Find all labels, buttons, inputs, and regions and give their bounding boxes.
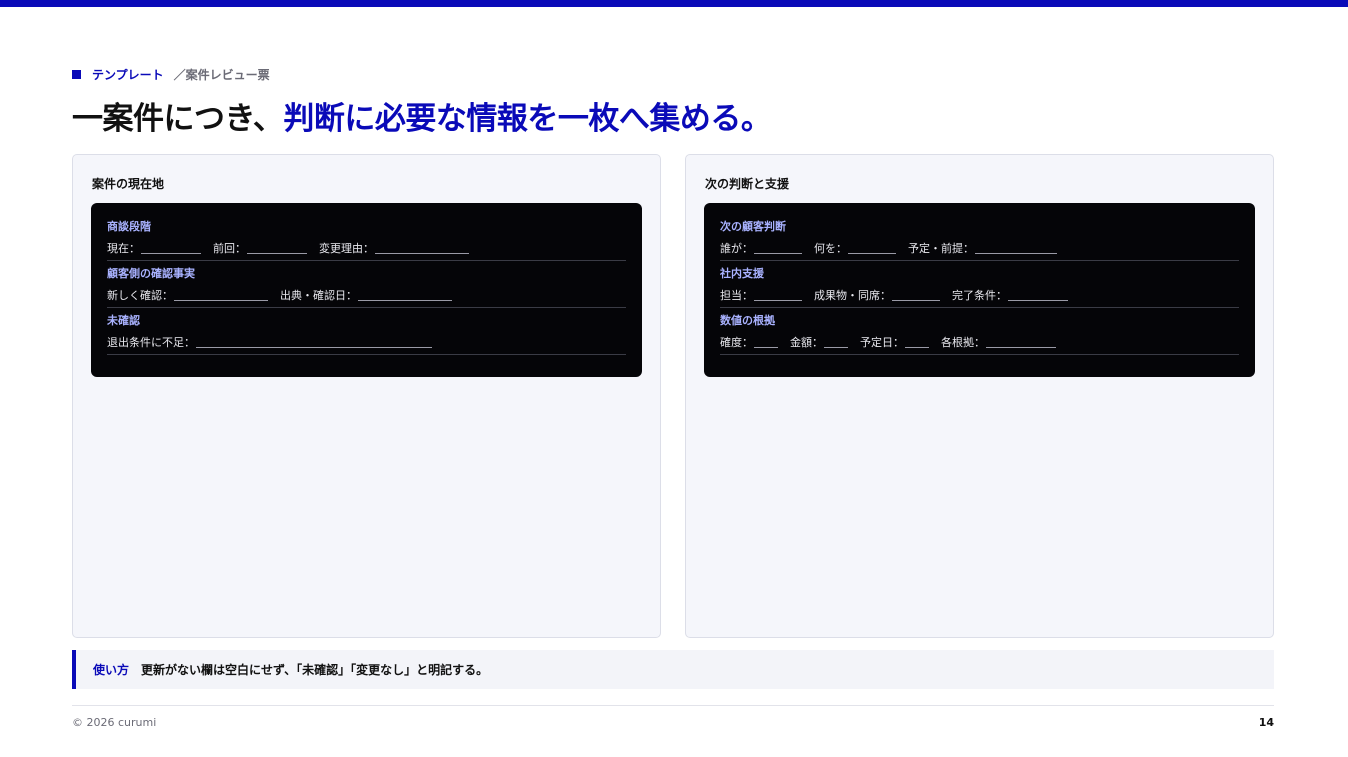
page-title: 一案件につき、判断に必要な情報を一枚へ集める。 (72, 99, 772, 139)
field-what[interactable]: 何を： (814, 242, 896, 256)
field-each-basis[interactable]: 各根拠： (941, 336, 1056, 350)
usage-label: 使い方 (93, 663, 130, 677)
page-title-lead: 一案件につき、 (72, 101, 284, 137)
field-schedule-premise[interactable]: 予定・前提： (908, 242, 1057, 256)
field-who[interactable]: 誰が： (720, 242, 802, 256)
section-unconfirmed: 未確認 退出条件に不足： (107, 314, 626, 355)
section-internal-support: 社内支援 担当： 成果物・同席： 完了条件： (720, 267, 1239, 308)
breadcrumb-category: テンプレート (92, 67, 164, 82)
square-bullet-icon (72, 69, 81, 79)
review-fields-box: 商談段階 現在： 前回： 変更理由： 顧客側の確認事実 新しく確認： 出典・確認… (91, 203, 642, 377)
panel-title: 案件の現在地 (92, 177, 165, 191)
page-number: 14 (1258, 716, 1274, 729)
breadcrumb-current: ／案件レビュー票 (173, 67, 270, 82)
usage-note: 使い方 更新がない欄は空白にせず、「未確認」「変更なし」と明記する。 (72, 650, 1274, 689)
field-exit-criteria-gap[interactable]: 退出条件に不足： (107, 336, 432, 350)
section-customer-facts: 顧客側の確認事実 新しく確認： 出典・確認日： (107, 267, 626, 308)
top-accent-bar (0, 0, 1348, 7)
field-source-date[interactable]: 出典・確認日： (280, 289, 452, 303)
field-current[interactable]: 現在： (107, 242, 201, 256)
review-fields-box: 次の顧客判断 誰が： 何を： 予定・前提： 社内支援 担当： 成果物・同席： 完… (704, 203, 1255, 377)
field-previous[interactable]: 前回： (213, 242, 307, 256)
field-planned-date[interactable]: 予定日： (860, 336, 929, 350)
section-next-customer-decision: 次の顧客判断 誰が： 何を： 予定・前提： (720, 220, 1239, 261)
field-newly-confirmed[interactable]: 新しく確認： (107, 289, 268, 303)
field-change-reason[interactable]: 変更理由： (319, 242, 469, 256)
field-deliverable-attendance[interactable]: 成果物・同席： (814, 289, 940, 303)
field-completion-criteria[interactable]: 完了条件： (952, 289, 1068, 303)
current-status-panel: 案件の現在地 商談段階 現在： 前回： 変更理由： 顧客側の確認事実 新しく確認… (72, 154, 661, 638)
field-amount[interactable]: 金額： (790, 336, 848, 350)
copyright: © 2026 curumi (72, 716, 157, 729)
usage-text: 更新がない欄は空白にせず、「未確認」「変更なし」と明記する。 (141, 663, 489, 677)
next-decision-panel: 次の判断と支援 次の顧客判断 誰が： 何を： 予定・前提： 社内支援 担当： 成… (685, 154, 1274, 638)
breadcrumb: テンプレート ／案件レビュー票 (72, 66, 270, 82)
section-label: 社内支援 (720, 267, 764, 280)
section-label: 数値の根拠 (720, 314, 775, 327)
page-title-highlight: 判断に必要な情報を一枚へ集める。 (283, 101, 772, 137)
section-label: 未確認 (107, 314, 140, 327)
section-numeric-basis: 数値の根拠 確度： 金額： 予定日： 各根拠： (720, 314, 1239, 355)
section-label: 顧客側の確認事実 (107, 267, 195, 280)
footer-divider (72, 705, 1274, 706)
section-deal-stage: 商談段階 現在： 前回： 変更理由： (107, 220, 626, 261)
field-probability[interactable]: 確度： (720, 336, 778, 350)
section-label: 次の顧客判断 (720, 220, 786, 233)
field-owner[interactable]: 担当： (720, 289, 802, 303)
panel-title: 次の判断と支援 (705, 177, 790, 191)
section-label: 商談段階 (107, 220, 151, 233)
